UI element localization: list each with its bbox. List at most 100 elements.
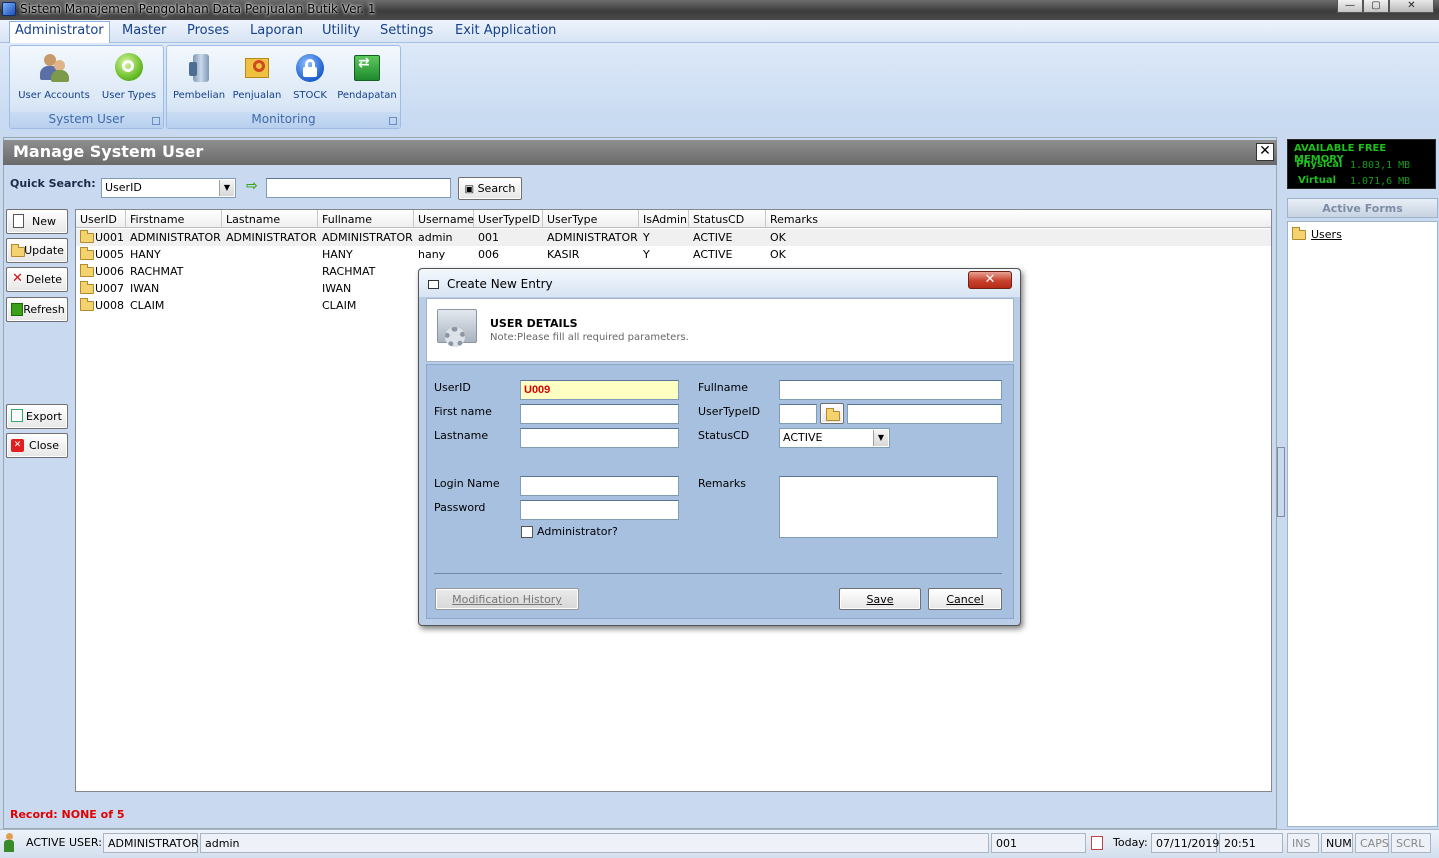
save-button[interactable]: Save [839, 588, 921, 610]
lock-icon [294, 52, 326, 84]
active-user-role: ADMINISTRATOR [103, 833, 199, 853]
menu-utility[interactable]: Utility [318, 23, 364, 38]
chevron-down-icon: ▼ [219, 180, 234, 196]
user-accounts-button[interactable]: User Accounts [14, 52, 94, 101]
close-icon: ✕ [11, 439, 24, 452]
close-button[interactable]: ✕ Close [6, 433, 68, 458]
search-button[interactable]: ▣ Search [458, 177, 522, 200]
folder-icon [11, 244, 25, 257]
pembelian-button[interactable]: Pembelian [171, 52, 227, 101]
refresh-button[interactable]: Refresh [6, 297, 68, 322]
column-header-userid[interactable]: UserID [76, 210, 126, 228]
lastname-field[interactable] [520, 428, 679, 448]
table-cell-userid: U007 [95, 282, 125, 295]
table-cell-fullname: IWAN [322, 282, 352, 295]
menu-settings[interactable]: Settings [376, 23, 437, 38]
new-button[interactable]: New [6, 209, 68, 234]
menu-exit-application[interactable]: Exit Application [451, 23, 560, 38]
usertype-name-field [847, 404, 1002, 424]
divider [434, 573, 1002, 574]
menu-proses[interactable]: Proses [183, 23, 233, 38]
dialog-close-button[interactable]: ✕ [968, 271, 1012, 289]
column-header-lastname[interactable]: Lastname [222, 210, 318, 228]
splitter-handle[interactable] [1277, 447, 1285, 517]
folder-icon [826, 408, 840, 421]
penjualan-button[interactable]: Penjualan [229, 52, 285, 101]
table-cell-username: hany [418, 248, 446, 261]
userid-field[interactable] [520, 380, 679, 400]
table-cell-fullname: ADMINISTRATOR [322, 231, 413, 244]
export-button[interactable]: Export [6, 404, 68, 429]
ribbon: User Accounts User Types System User Pem… [0, 43, 1439, 131]
menu-administrator[interactable]: Administrator [9, 21, 110, 43]
modification-history-button[interactable]: Modification History [435, 588, 579, 610]
column-header-isadmin[interactable]: IsAdmin [639, 210, 689, 228]
refresh-button-label: Refresh [23, 303, 65, 316]
caps-indicator: CAPS [1355, 833, 1389, 853]
usertypeid-field[interactable] [779, 404, 817, 424]
cancel-button[interactable]: Cancel [928, 588, 1002, 610]
modification-history-label: Modification History [452, 593, 562, 606]
dialog-header-note: Note:Please fill all required parameters… [490, 332, 689, 343]
firstname-label: First name [434, 405, 492, 418]
table-cell-fullname: HANY [322, 248, 353, 261]
administrator-checkbox[interactable] [521, 526, 533, 538]
column-header-fullname[interactable]: Fullname [318, 210, 414, 228]
statuscd-select[interactable]: ACTIVE ▼ [779, 428, 890, 448]
login-name-label: Login Name [434, 477, 500, 490]
current-time: 20:51 [1219, 833, 1283, 853]
stock-button[interactable]: STOCK [285, 52, 335, 101]
table-cell-usertype: ADMINISTRATOR [547, 231, 638, 244]
dialog-title: Create New Entry [447, 277, 553, 291]
usertype-lookup-button[interactable] [820, 403, 844, 424]
column-header-remarks[interactable]: Remarks [766, 210, 1271, 228]
remarks-field[interactable] [779, 476, 998, 538]
dialog-launcher-icon[interactable] [389, 117, 397, 125]
search-input[interactable] [266, 178, 451, 198]
dialog-title-bar: Create New Entry ✕ [419, 269, 1020, 297]
active-user-code: 001 [991, 833, 1086, 853]
table-row[interactable]: U001 ADMINISTRATOR ADMINISTRATOR ADMINISTRA… [76, 229, 1271, 246]
column-header-statuscd[interactable]: StatusCD [689, 210, 766, 228]
ribbon-group-label: System User [10, 112, 163, 128]
folder-icon [80, 264, 94, 277]
active-form-item-users[interactable]: Users [1292, 227, 1432, 243]
minimize-button[interactable]: — [1337, 0, 1363, 13]
dialog-header: USER DETAILS Note:Please fill all requir… [426, 298, 1014, 362]
search-button-label: Search [477, 182, 516, 195]
login-name-field[interactable] [520, 476, 679, 496]
column-header-usertypeid[interactable]: UserTypeID [474, 210, 543, 228]
save-button-label: Save [866, 593, 894, 606]
column-header-username[interactable]: Username [414, 210, 474, 228]
new-button-label: New [32, 215, 56, 228]
table-cell-lastname: ADMINISTRATOR [226, 231, 317, 244]
close-window-button[interactable]: ✕ [1389, 0, 1434, 13]
dialog-launcher-icon[interactable] [152, 117, 160, 125]
administrator-label: Administrator? [537, 525, 618, 538]
column-header-usertype[interactable]: UserType [543, 210, 639, 228]
table-row[interactable]: U005 HANY HANY hany 006 KASIR Y ACTIVE OK [76, 246, 1271, 263]
firstname-field[interactable] [520, 404, 679, 424]
pendapatan-button[interactable]: ⇄ Pendapatan [335, 52, 399, 101]
menu-bar: Administrator Master Proses Laporan Util… [0, 20, 1439, 43]
panel-title: Manage System User [3, 140, 1277, 165]
search-field-select[interactable]: UserID ▼ [101, 178, 236, 198]
column-header-firstname[interactable]: Firstname [126, 210, 222, 228]
panel-close-button[interactable]: ✕ [1256, 143, 1274, 161]
active-form-label: Users [1311, 228, 1342, 241]
title-bar: Sistem Manajemen Pengolahan Data Penjual… [0, 0, 1439, 20]
active-forms-header: Active Forms [1287, 198, 1438, 218]
menu-master[interactable]: Master [118, 23, 170, 38]
maximize-button[interactable]: ▢ [1363, 0, 1389, 13]
ribbon-group-monitoring: Pembelian Penjualan STOCK ⇄ Pendapatan M… [166, 45, 401, 129]
user-types-button[interactable]: User Types [96, 52, 162, 101]
pembelian-icon [183, 52, 215, 84]
update-button[interactable]: Update [6, 238, 68, 263]
update-button-label: Update [24, 244, 64, 257]
export-icon [11, 409, 23, 422]
fullname-field[interactable] [779, 380, 1002, 400]
password-field[interactable] [520, 500, 679, 520]
export-button-label: Export [25, 410, 62, 423]
delete-button[interactable]: ✕ Delete [6, 267, 68, 292]
menu-laporan[interactable]: Laporan [246, 23, 307, 38]
